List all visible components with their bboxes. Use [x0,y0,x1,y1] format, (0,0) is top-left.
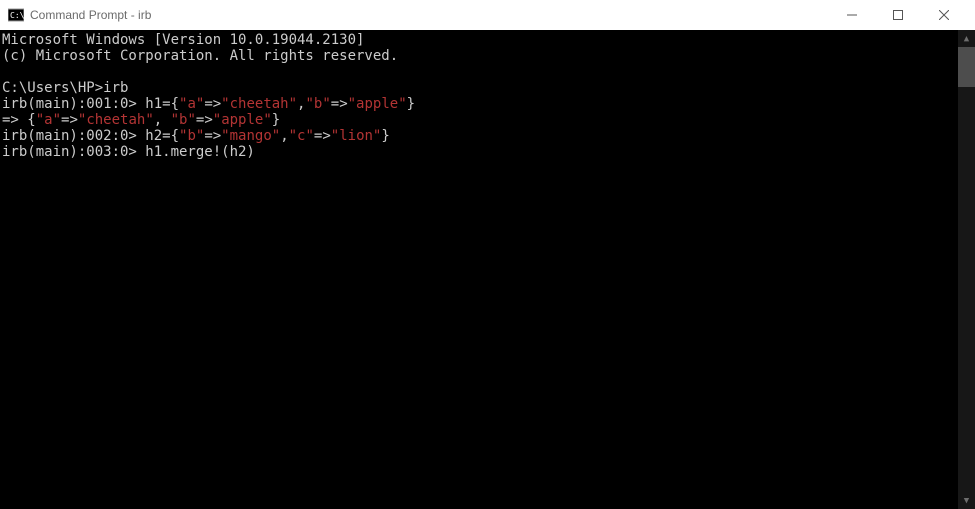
brace: { [27,112,35,128]
terminal-wrap: Microsoft Windows [Version 10.0.19044.21… [0,30,975,509]
str: "a" [36,112,61,128]
str: "b" [179,128,204,144]
str: "lion" [331,128,382,144]
window-controls [829,0,967,30]
text: Microsoft Windows [Version 10.0.19044.21… [2,32,364,48]
cmd: irb [103,80,128,96]
str: "apple" [213,112,272,128]
minimize-button[interactable] [829,0,875,30]
scrollbar[interactable]: ▲ ▼ [958,30,975,509]
str: "apple" [348,96,407,112]
titlebar: C:\ Command Prompt - irb [0,0,975,30]
str: "cheetah" [78,112,154,128]
op: , [154,112,171,128]
op: , [280,128,288,144]
window-title: Command Prompt - irb [30,8,829,22]
result-arrow: => [2,112,27,128]
close-button[interactable] [921,0,967,30]
op: => [61,112,78,128]
op: => [196,112,213,128]
code: h2={ [137,128,179,144]
str: "cheetah" [221,96,297,112]
code: h1.merge!(h2) [137,144,255,160]
terminal[interactable]: Microsoft Windows [Version 10.0.19044.21… [0,30,958,509]
str: "a" [179,96,204,112]
irb-prompt: irb(main):001:0> [2,96,137,112]
prompt-path: C:\Users\HP> [2,80,103,96]
brace: } [272,112,280,128]
op: => [204,128,221,144]
op: => [314,128,331,144]
brace: } [381,128,389,144]
scroll-thumb[interactable] [958,47,975,87]
brace: } [407,96,415,112]
maximize-button[interactable] [875,0,921,30]
str: "mango" [221,128,280,144]
scroll-up-icon[interactable]: ▲ [958,30,975,47]
code: h1={ [137,96,179,112]
op: => [204,96,221,112]
scroll-track[interactable] [958,47,975,492]
str: "b" [171,112,196,128]
str: "b" [305,96,330,112]
str: "c" [289,128,314,144]
scroll-down-icon[interactable]: ▼ [958,492,975,509]
cmd-icon: C:\ [8,7,24,23]
irb-prompt: irb(main):002:0> [2,128,137,144]
op: => [331,96,348,112]
svg-text:C:\: C:\ [10,11,24,20]
text: (c) Microsoft Corporation. All rights re… [2,48,398,64]
irb-prompt: irb(main):003:0> [2,144,137,160]
